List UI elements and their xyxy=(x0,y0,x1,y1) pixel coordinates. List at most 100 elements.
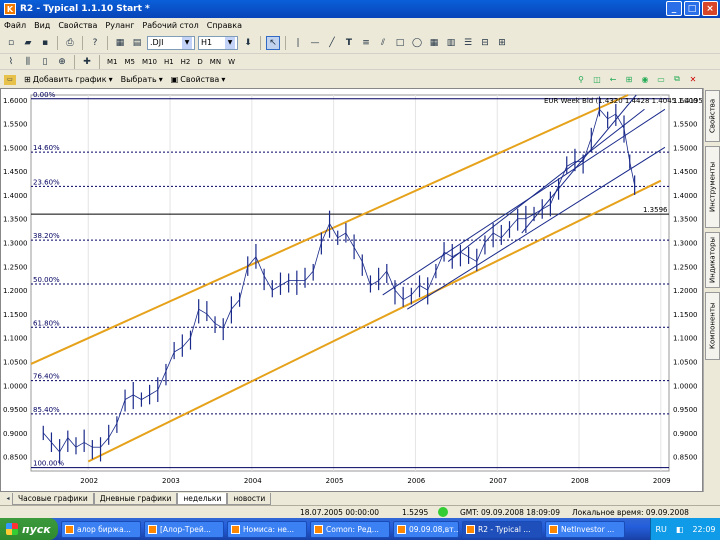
vertical-line-icon[interactable]: | xyxy=(291,36,305,50)
scroll-left-icon[interactable]: ◂ xyxy=(4,491,12,505)
link-icon[interactable]: ⚲ xyxy=(575,73,587,85)
y-tick-label: 1.2000 xyxy=(3,287,28,295)
open-folder-icon[interactable]: ▰ xyxy=(21,36,35,50)
language-indicator[interactable]: RU xyxy=(655,525,666,534)
chart-minimize-icon[interactable]: ▭ xyxy=(655,73,667,85)
chart-close-icon[interactable]: ✕ xyxy=(687,73,699,85)
fib-level-label: 76.40% xyxy=(33,373,60,381)
task-item[interactable]: 09.09.08,вт... xyxy=(393,520,459,538)
timeframe-h2[interactable]: H2 xyxy=(179,58,193,66)
text-tool-icon[interactable]: T xyxy=(342,36,356,50)
fibonacci-icon[interactable]: ≡ xyxy=(359,36,373,50)
bars-icon[interactable]: ▥ xyxy=(444,36,458,50)
start-button[interactable]: пуск xyxy=(0,518,58,540)
timeframe-d[interactable]: D xyxy=(195,58,204,66)
new-file-icon[interactable]: ▫ xyxy=(4,36,18,50)
timeframe-mn[interactable]: MN xyxy=(208,58,223,66)
help-icon[interactable]: ? xyxy=(88,36,102,50)
tab-instruments[interactable]: Инструменты xyxy=(705,146,720,228)
ellipse-icon[interactable]: ◯ xyxy=(410,36,424,50)
connection-status-icon xyxy=(438,507,448,517)
chevron-down-icon: ▾ xyxy=(221,75,226,84)
tile-icon[interactable]: ◫ xyxy=(591,73,603,85)
y-tick-label: 0.9500 xyxy=(673,406,698,414)
system-tray: RU ◧ 22:09 xyxy=(650,518,720,540)
minimize-button[interactable]: _ xyxy=(666,1,682,16)
add-chart-button[interactable]: ⊞ Добавить график ▾ xyxy=(24,75,113,84)
candle-chart-icon[interactable]: ▯ xyxy=(38,55,52,69)
tab-daily-charts[interactable]: Дневные графики xyxy=(93,493,178,505)
chart-restore-icon[interactable]: ⧉ xyxy=(671,73,683,85)
tab-hourly-charts[interactable]: Часовые графики xyxy=(12,493,94,505)
timeframe-m5[interactable]: M5 xyxy=(123,58,138,66)
x-tick-label: 2004 xyxy=(244,477,262,485)
chart-add-icon: ⊞ xyxy=(24,75,31,84)
fan-icon[interactable]: ⊟ xyxy=(478,36,492,50)
chart-icon[interactable]: ▦ xyxy=(113,36,127,50)
print-icon[interactable]: ⎙ xyxy=(63,36,77,50)
download-arrow-icon[interactable]: ⬇ xyxy=(241,36,255,50)
task-item[interactable]: Comon: Ред... xyxy=(310,520,390,538)
symbol-select[interactable]: .DJI ▼ xyxy=(147,35,195,50)
menu-properties[interactable]: Свойства xyxy=(58,21,97,30)
grid-view-icon[interactable]: ⊞ xyxy=(623,73,635,85)
menu-file[interactable]: Файл xyxy=(4,21,26,30)
timeframe-m1[interactable]: M1 xyxy=(105,58,120,66)
arrow-left-icon[interactable]: ← xyxy=(607,73,619,85)
y-tick-label: 1.5000 xyxy=(673,144,698,152)
fib-level-label: 50.00% xyxy=(33,276,60,284)
task-item[interactable]: NetInvestor ... xyxy=(545,520,625,538)
add-indicator-icon[interactable]: ✚ xyxy=(80,55,94,69)
timeframe-m10[interactable]: M10 xyxy=(140,58,159,66)
bar-chart-icon[interactable]: ⫼ xyxy=(21,55,35,69)
interval-select[interactable]: H1 ▼ xyxy=(198,35,238,50)
timeframe-w[interactable]: W xyxy=(226,58,237,66)
trend-line-icon[interactable]: ╱ xyxy=(325,36,339,50)
y-tick-label: 0.9000 xyxy=(673,430,698,438)
tab-weekly[interactable]: недельки xyxy=(177,493,228,505)
menu-rulang[interactable]: Руланг xyxy=(105,21,134,30)
zoom-icon[interactable]: ⊕ xyxy=(55,55,69,69)
price-chart[interactable]: 1.6000 1.60001.5500 1.55001.5000 1.50001.45… xyxy=(1,89,706,491)
task-item[interactable]: Номиса: не... xyxy=(227,520,307,538)
windows-flag-icon xyxy=(6,523,18,535)
x-tick-label: 2009 xyxy=(653,477,671,485)
properties-button[interactable]: ▣ Свойства ▾ xyxy=(171,75,226,84)
save-icon[interactable]: ▪ xyxy=(38,36,52,50)
y-tick-label: 1.6000 xyxy=(3,97,28,105)
tab-news[interactable]: новости xyxy=(227,493,272,505)
menu-help[interactable]: Справка xyxy=(207,21,242,30)
line-chart-icon[interactable]: ⌇ xyxy=(4,55,18,69)
cursor-icon[interactable]: ↖ xyxy=(266,35,280,50)
task-item[interactable]: [Алор-Трей... xyxy=(144,520,224,538)
tab-indicators[interactable]: Индикаторы xyxy=(705,232,720,288)
timeframe-toolbar: ⌇ ⫼ ▯ ⊕ ✚ M1 M5 M10 H1 H2 D MN W xyxy=(0,54,720,70)
status-datetime: 18.07.2005 00:00:00 xyxy=(300,508,380,517)
tab-properties[interactable]: Свойства xyxy=(705,90,720,142)
app-task-icon xyxy=(148,524,157,534)
task-item[interactable]: алор биржа... xyxy=(61,520,141,538)
plot-frame xyxy=(30,94,670,472)
y-tick-label: 1.5500 xyxy=(673,121,698,129)
side-panel: Свойства Инструменты Индикаторы Компонен… xyxy=(703,88,720,492)
table-icon[interactable]: ▤ xyxy=(130,36,144,50)
menu-view[interactable]: Вид xyxy=(34,21,50,30)
timeframe-h1[interactable]: H1 xyxy=(162,58,176,66)
maximize-button[interactable]: □ xyxy=(684,1,700,16)
grid-icon[interactable]: ▦ xyxy=(427,36,441,50)
task-item[interactable]: R2 - Typical ... xyxy=(462,520,542,538)
rectangle-icon[interactable]: □ xyxy=(393,36,407,50)
levels-icon[interactable]: ☰ xyxy=(461,36,475,50)
arc-icon[interactable]: ⊞ xyxy=(495,36,509,50)
select-button[interactable]: Выбрать ▾ xyxy=(121,75,163,84)
y-tick-label: 1.1500 xyxy=(673,311,698,319)
channel-icon[interactable]: ⫽ xyxy=(376,36,390,50)
app-task-icon xyxy=(231,524,240,534)
chart-area[interactable]: 1.6000 1.6000 1.5500 1.5500 1.5000 1.5000 1.45… xyxy=(0,88,706,492)
globe-icon[interactable]: ◉ xyxy=(639,73,651,85)
tab-components[interactable]: Компоненты xyxy=(705,292,720,360)
menu-desktop[interactable]: Рабочий стол xyxy=(142,21,198,30)
horizontal-line-icon[interactable]: — xyxy=(308,36,322,50)
main-toolbar: ▫ ▰ ▪ ⎙ ? ▦ ▤ .DJI ▼ H1 ▼ ⬇ ↖ | — ╱ T ≡ ⫽ … xyxy=(0,32,720,54)
close-button[interactable]: × xyxy=(702,1,718,16)
